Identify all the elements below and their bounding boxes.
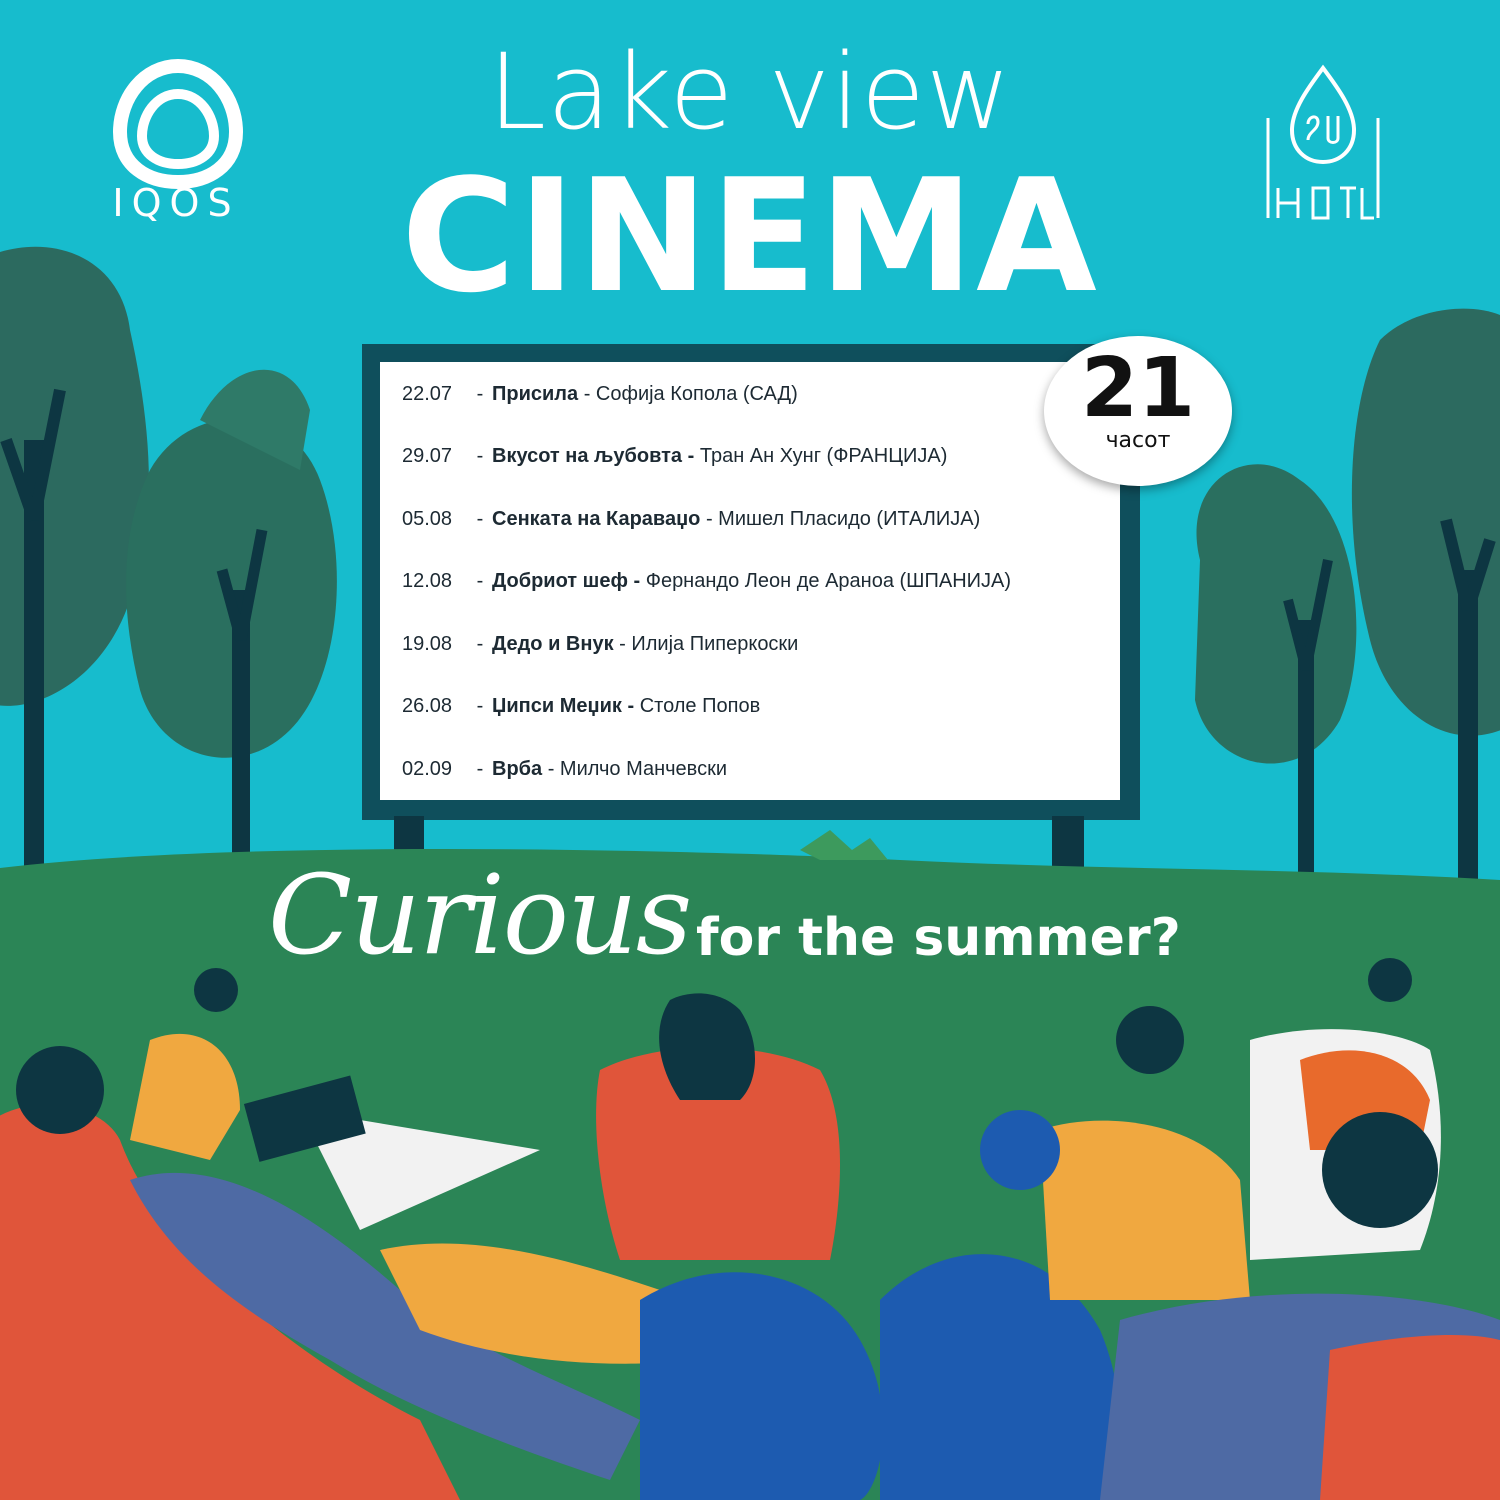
person-cap — [980, 1110, 1060, 1190]
schedule-date: 02.09 — [402, 758, 453, 780]
person-head — [194, 968, 238, 1012]
schedule-date: 22.07 — [402, 383, 453, 405]
schedule-row: 12.08- Добриот шеф - Фернандо Леон де Ара… — [402, 570, 1012, 592]
schedule-director: Мишел Пласидо (ИТАЛИЈА) — [718, 508, 981, 530]
schedule-title: Врба — [492, 758, 543, 780]
schedule-director: Милчо Манчевски — [559, 758, 728, 780]
person-head — [1322, 1112, 1438, 1228]
schedule-date: 26.08 — [402, 695, 453, 717]
schedule-title: Присила — [492, 383, 579, 405]
tagline-rest: for the summer? — [696, 908, 1181, 968]
grass-tuft — [800, 830, 888, 860]
poster: Lake view CINEMA IQOS 22.07- Присила - Со… — [0, 0, 1500, 1500]
schedule-title: Вкусот на љубовта — [492, 445, 683, 467]
iqos-wordmark: IQOS — [112, 181, 240, 225]
schedule-title: Сенката на Караваџо — [492, 508, 701, 530]
tagline-script: Curious — [268, 851, 692, 979]
schedule-director: Фернандо Леон де Араноа (ШПАНИЈА) — [645, 570, 1012, 592]
schedule-director: Илија Пиперкоски — [631, 633, 799, 655]
tree-right-front — [1195, 464, 1357, 764]
schedule-row: 05.08- Сенката на Караваџо - Мишел Пласид… — [402, 508, 981, 530]
person-head — [16, 1046, 104, 1134]
trunk — [1458, 570, 1478, 890]
hotel-logo-icon — [1266, 64, 1380, 220]
schedule-title: Џипси Меџик — [492, 695, 622, 717]
schedule-director: Столе Попов — [639, 695, 761, 717]
schedule-title: Дедо и Внук — [492, 633, 614, 655]
movie-screen: 22.07- Присила - Софија Копола (САД) 29.0… — [380, 362, 1120, 800]
schedule-date: 12.08 — [402, 570, 453, 592]
schedule-date: 29.07 — [402, 445, 453, 467]
time-badge-label: часот — [1105, 428, 1171, 453]
schedule-director: Тран Ан Хунг (ФРАНЦИЈА) — [699, 445, 948, 467]
schedule-row: 02.09- Врба - Милчо Манчевски — [402, 758, 728, 780]
schedule-title: Добриот шеф — [492, 570, 628, 592]
schedule-director: Софија Копола (САД) — [595, 383, 798, 405]
schedule-date: 19.08 — [402, 633, 453, 655]
time-badge: 21 часот — [1044, 336, 1232, 486]
schedule-date: 05.08 — [402, 508, 453, 530]
schedule-row: 22.07- Присила - Софија Копола (САД) — [402, 383, 798, 405]
beanbag-right-orange — [1320, 1335, 1500, 1500]
time-badge-number: 21 — [1080, 341, 1196, 436]
person-head — [1368, 958, 1412, 1002]
schedule-row: 26.08- Џипси Меџик - Столе Попов — [402, 695, 761, 717]
schedule-row: 19.08- Дедо и Внук - Илија Пиперкоски — [402, 633, 799, 655]
schedule-row: 29.07- Вкусот на љубовта - Тран Ан Хунг (… — [402, 445, 948, 467]
person-head — [1116, 1006, 1184, 1074]
